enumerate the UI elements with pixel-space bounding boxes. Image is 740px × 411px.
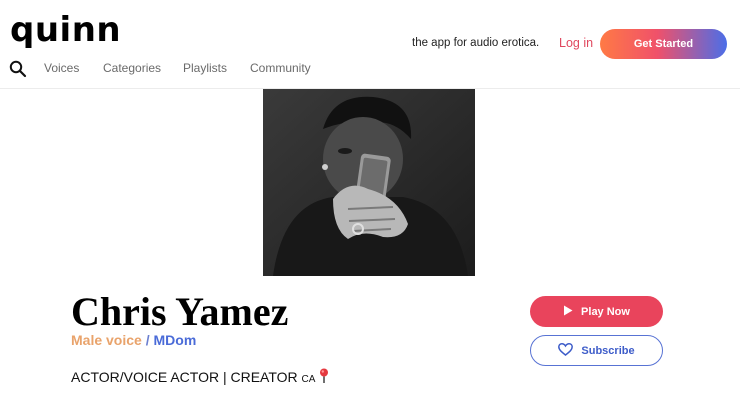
site-header: quinn the app for audio erotica. Log in … xyxy=(0,0,740,89)
creator-bio: ACTOR/VOICE ACTOR | CREATOR CA xyxy=(71,368,329,385)
bio-location: CA xyxy=(301,374,316,385)
play-icon xyxy=(563,305,573,319)
nav-voices[interactable]: Voices xyxy=(44,61,79,75)
tag-mdom[interactable]: MDom xyxy=(154,332,197,348)
tag-separator: / xyxy=(141,332,154,348)
tagline: the app for audio erotica. xyxy=(412,37,540,49)
pin-icon xyxy=(319,368,329,385)
play-now-button[interactable]: Play Now xyxy=(530,296,663,327)
voice-tags: Male voice / MDom xyxy=(71,332,196,348)
creator-name: Chris Yamez xyxy=(71,289,289,334)
login-link[interactable]: Log in xyxy=(559,36,593,50)
profile-photo xyxy=(263,89,475,276)
quinn-logo[interactable]: quinn xyxy=(10,10,121,50)
search-icon[interactable] xyxy=(9,60,27,78)
nav-categories[interactable]: Categories xyxy=(103,61,161,75)
bio-text: ACTOR/VOICE ACTOR | CREATOR xyxy=(71,369,298,385)
heart-icon xyxy=(558,342,574,359)
nav-community[interactable]: Community xyxy=(250,61,311,75)
tag-male-voice[interactable]: Male voice xyxy=(71,332,142,348)
subscribe-label: Subscribe xyxy=(581,344,635,357)
subscribe-button[interactable]: Subscribe xyxy=(530,335,663,366)
get-started-button[interactable]: Get Started xyxy=(600,29,727,59)
play-now-label: Play Now xyxy=(581,305,630,318)
nav-playlists[interactable]: Playlists xyxy=(183,61,227,75)
